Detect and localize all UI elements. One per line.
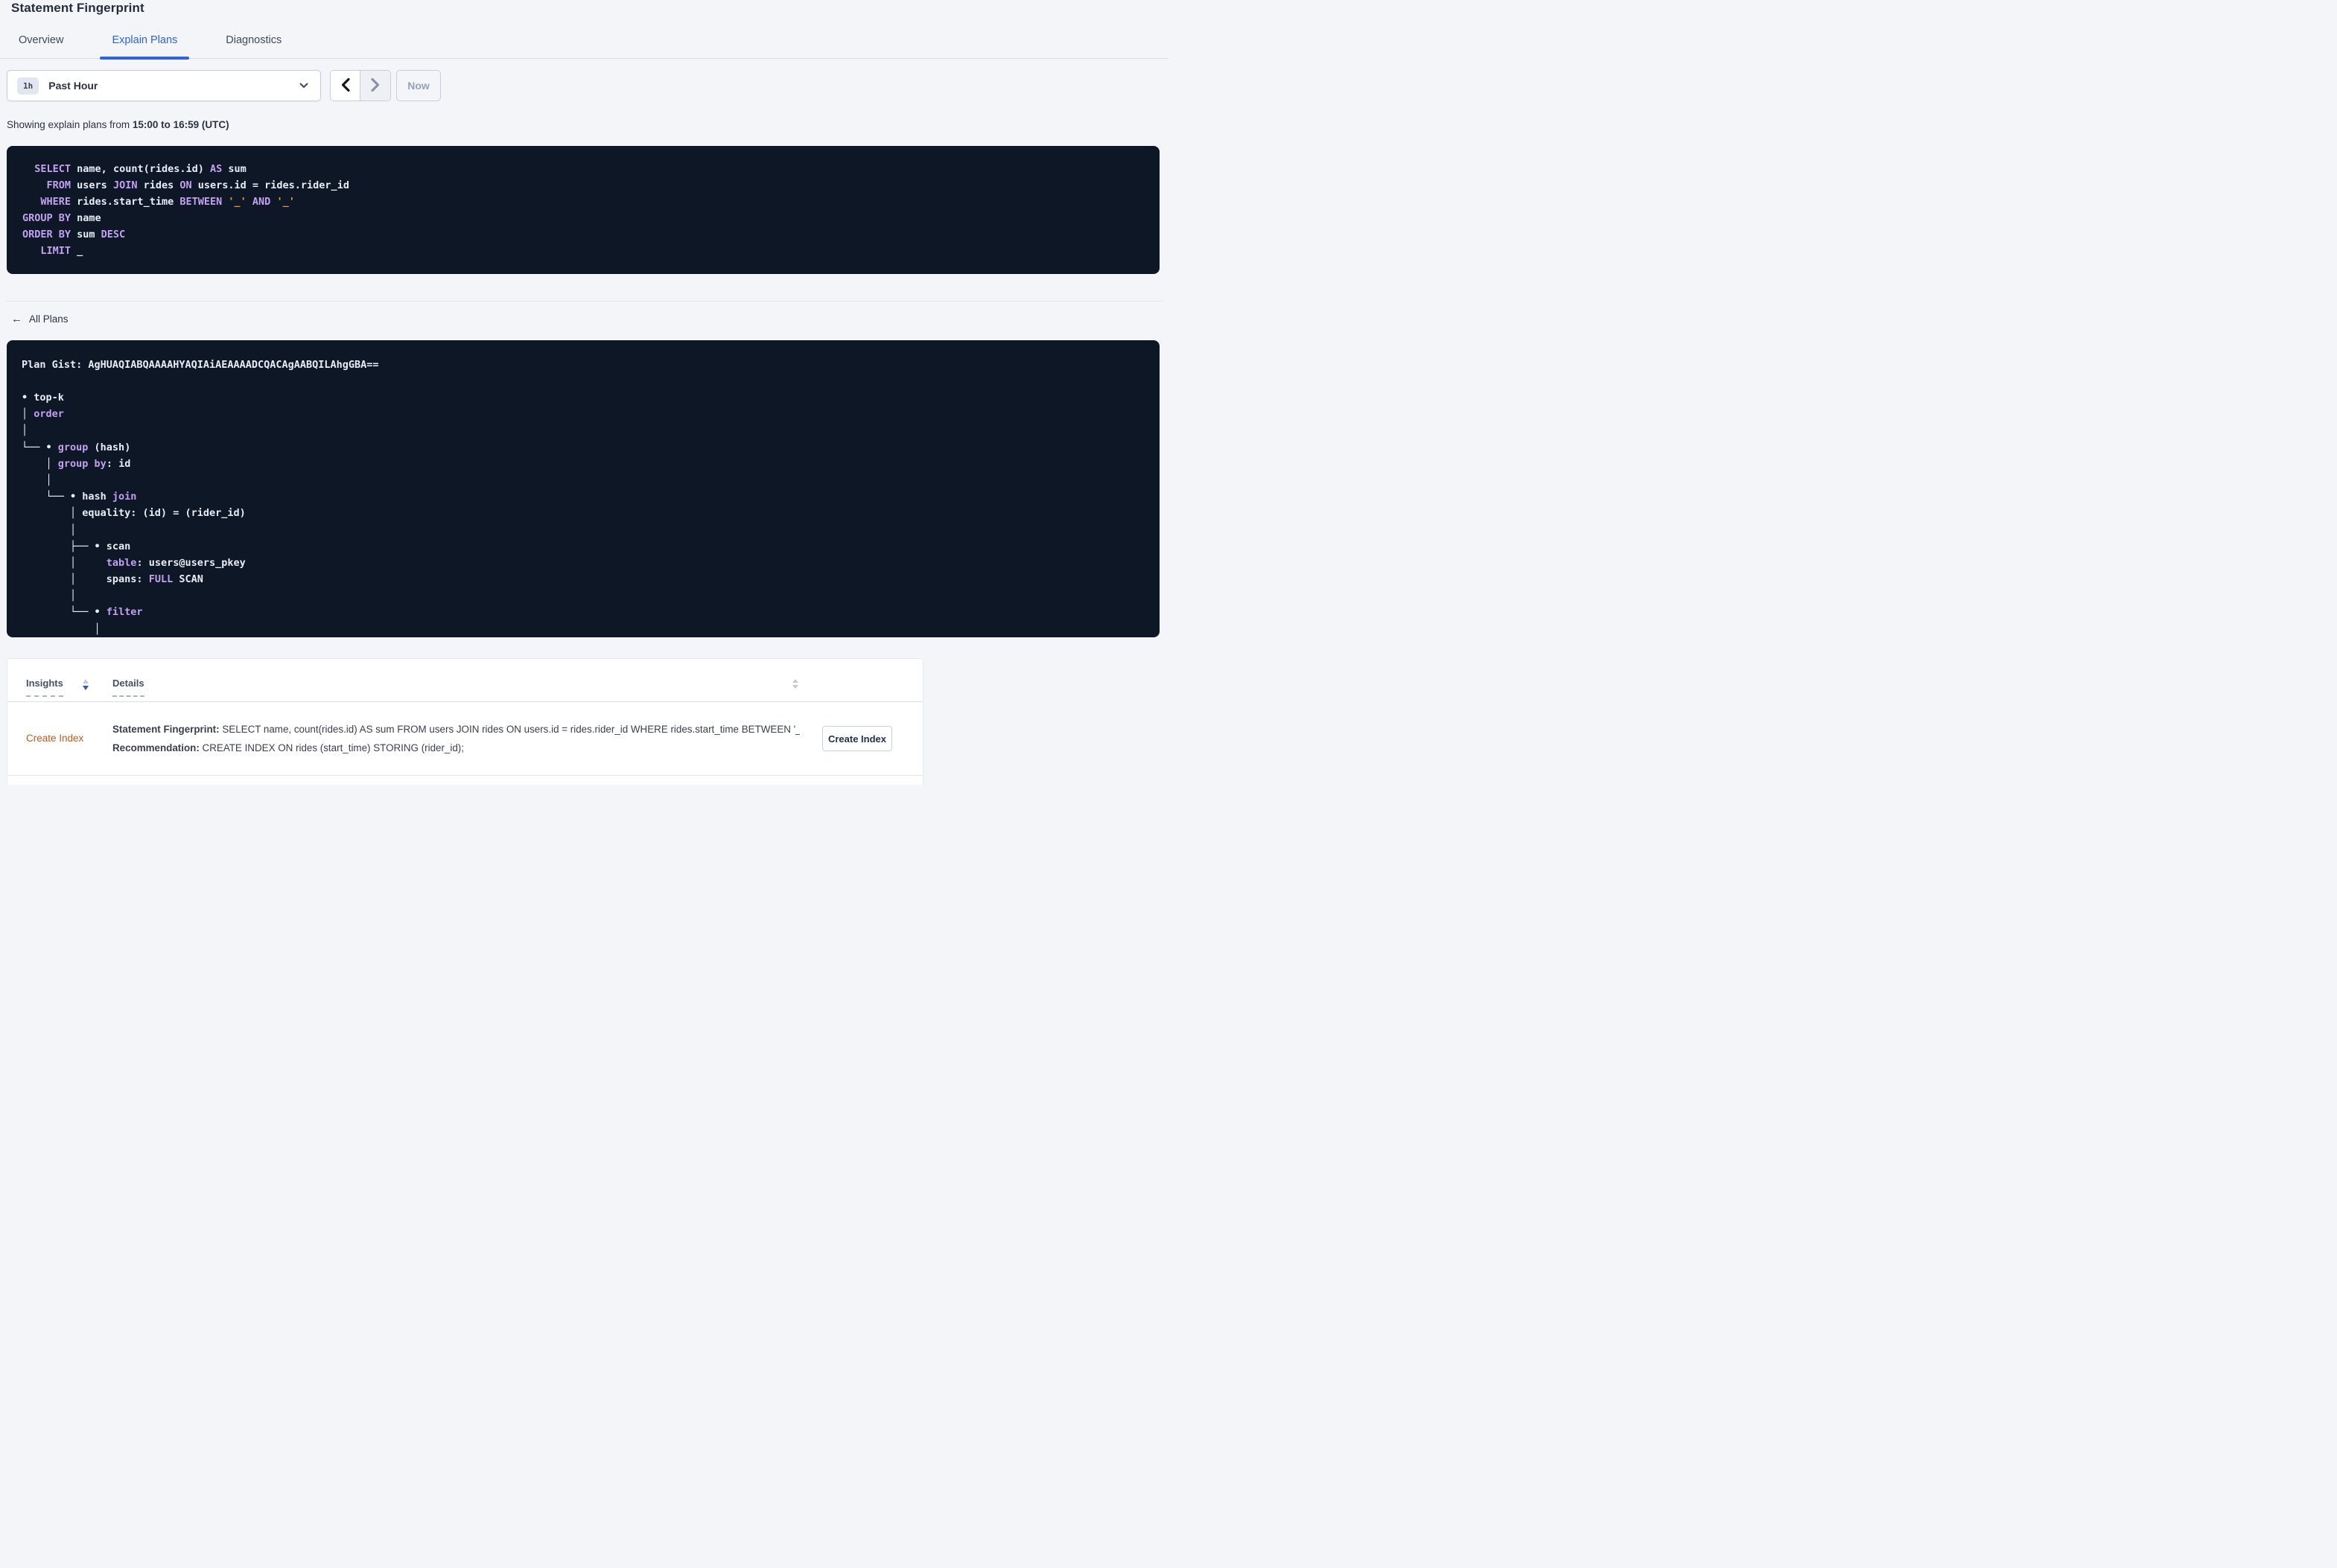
showing-prefix: Showing explain plans from (7, 119, 133, 130)
insight-type-link[interactable]: Create Index (26, 733, 83, 744)
showing-range-text: Showing explain plans from 15:00 to 16:5… (7, 119, 1168, 130)
insights-table: Insights Details Create Index Statement … (7, 658, 923, 785)
tab-diagnostics-label: Diagnostics (226, 34, 282, 46)
plan-gist-text: Plan Gist: AgHUAQIABQAAAAHYAQIAiAEAAAADC… (22, 359, 379, 371)
plan-tree: • top-k │ order │ └── • group (hash) │ grou… (22, 392, 246, 635)
sort-descending-icon (82, 686, 89, 690)
recommendation-line: Recommendation: CREATE INDEX ON rides (s… (112, 739, 791, 757)
fingerprint-label: Statement Fingerprint: (112, 724, 220, 735)
sort-ascending-icon (792, 679, 798, 683)
sql-statement-box: SELECT name, count(rides.id) AS sum FROM… (7, 146, 1160, 274)
all-plans-link[interactable]: ← All Plans (11, 313, 69, 325)
insights-sort-icon[interactable] (82, 679, 89, 690)
active-tab-underline (100, 57, 190, 60)
next-time-button[interactable] (360, 71, 390, 101)
section-divider (6, 301, 1163, 302)
statement-fingerprint-page: Statement Fingerprint Overview Explain P… (0, 1, 1168, 785)
details-header-label[interactable]: Details (112, 678, 144, 697)
insight-type-cell: Create Index (26, 732, 112, 745)
sql-code: SELECT name, count(rides.id) AS sum FROM… (22, 163, 349, 257)
details-column-header: Details (112, 678, 800, 697)
now-button[interactable]: Now (396, 70, 441, 101)
insights-table-header: Insights Details (7, 659, 923, 702)
back-arrow-icon: ← (11, 313, 22, 325)
insight-action-cell: Create Index (800, 726, 904, 751)
time-range-label: Past Hour (48, 80, 98, 92)
time-range-dropdown[interactable]: 1h Past Hour (7, 70, 321, 101)
time-step-buttons (330, 70, 391, 101)
insight-details-cell: Statement Fingerprint: SELECT name, coun… (112, 720, 800, 757)
statement-fingerprint-line: Statement Fingerprint: SELECT name, coun… (112, 720, 800, 739)
details-sort-icon[interactable] (792, 679, 798, 689)
insights-header-label[interactable]: Insights (26, 678, 63, 697)
tab-diagnostics[interactable]: Diagnostics (214, 22, 293, 58)
recommendation-label: Recommendation: (112, 742, 200, 753)
time-controls: 1h Past Hour Now (7, 70, 1168, 101)
fingerprint-value: SELECT name, count(rides.id) AS sum FROM… (222, 724, 800, 735)
chevron-right-icon (371, 77, 380, 94)
plan-gist-box: Plan Gist: AgHUAQIABQAAAAHYAQIAiAEAAAADC… (7, 340, 1160, 637)
page-title: Statement Fingerprint (11, 1, 144, 15)
tab-overview[interactable]: Overview (7, 22, 75, 58)
time-range-badge: 1h (17, 77, 39, 95)
sort-ascending-icon (82, 679, 89, 683)
tab-bar: Overview Explain Plans Diagnostics (0, 22, 1168, 60)
recommendation-value: CREATE INDEX ON rides (start_time) STORI… (202, 742, 464, 753)
tab-overview-label: Overview (19, 34, 64, 46)
showing-range-bold: 15:00 to 16:59 (UTC) (132, 119, 229, 130)
table-row: Create Index Statement Fingerprint: SELE… (7, 702, 923, 776)
gist-spacer (22, 373, 1145, 389)
create-index-button[interactable]: Create Index (822, 726, 892, 751)
insights-column-header: Insights (26, 678, 112, 697)
all-plans-label: All Plans (29, 313, 69, 325)
chevron-left-icon (341, 77, 350, 94)
tab-explain-plans[interactable]: Explain Plans (100, 22, 190, 60)
prev-time-button[interactable] (331, 71, 360, 101)
tab-explain-plans-label: Explain Plans (112, 34, 178, 46)
sort-descending-icon (792, 685, 798, 689)
chevron-down-icon (299, 83, 308, 89)
